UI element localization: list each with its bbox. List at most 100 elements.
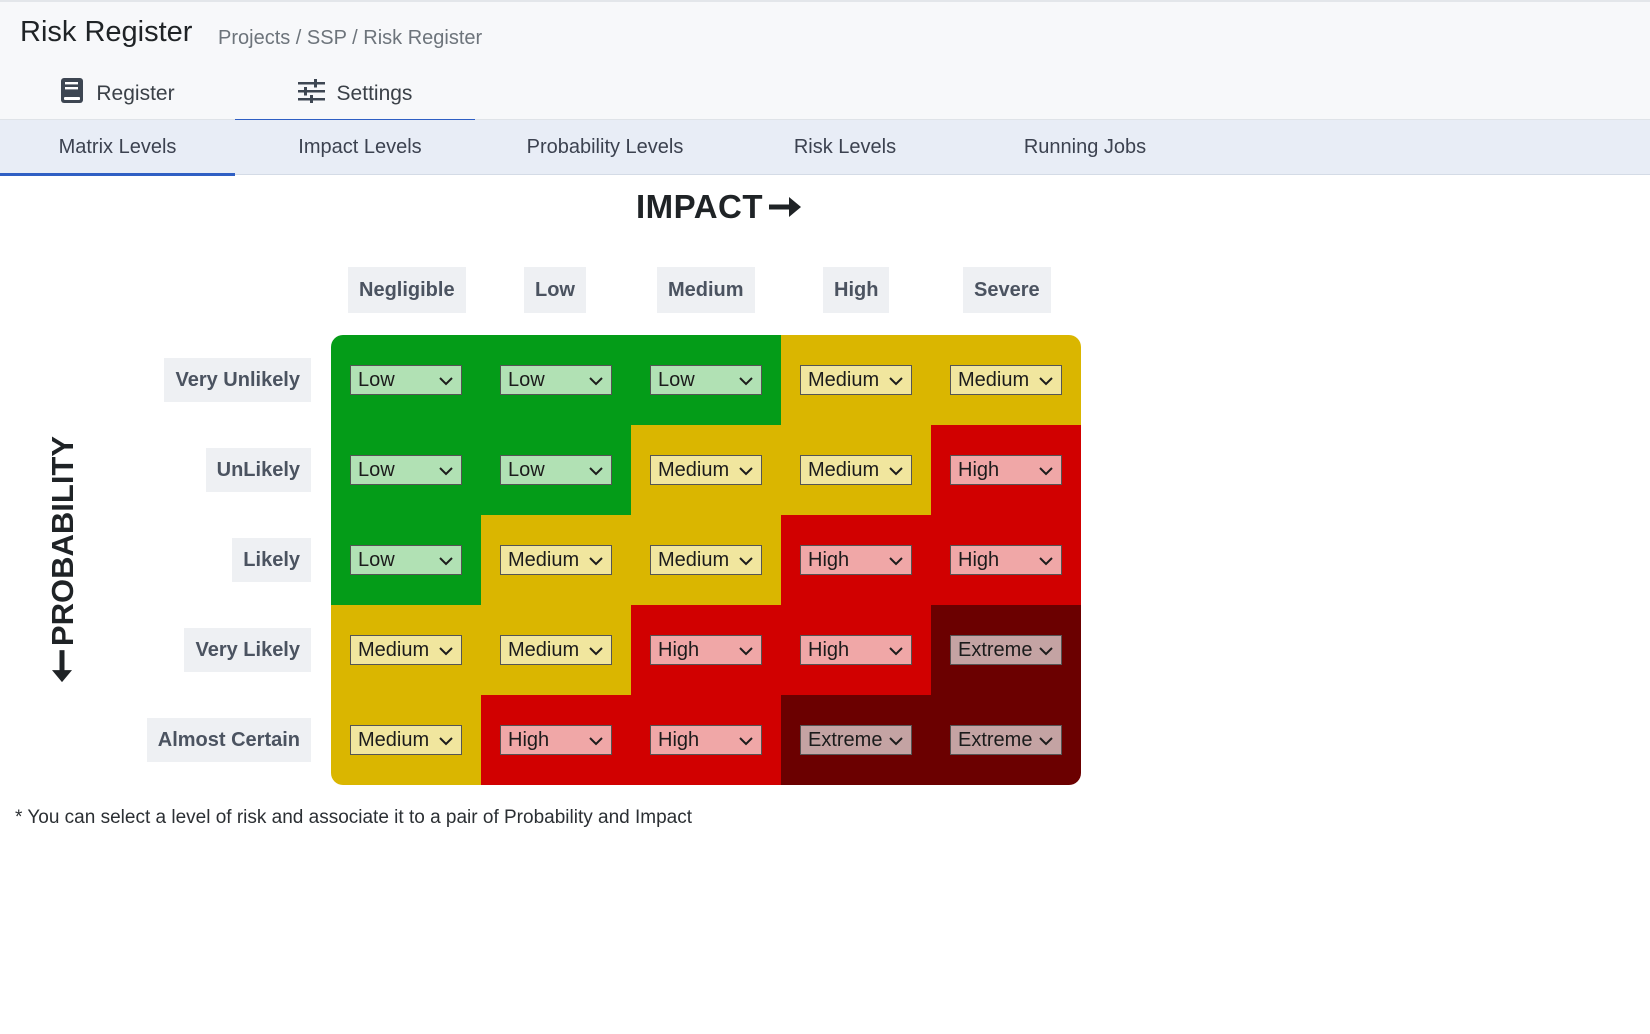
risk-level-select[interactable]: Medium [800,455,912,485]
arrow-down-icon [45,650,81,683]
risk-level-select[interactable]: Medium [500,545,612,575]
probability-axis-title: PROBABILITY [45,435,81,683]
probability-level-header: Almost Certain [146,718,311,762]
chevron-down-icon [589,459,603,482]
risk-level-value: High [958,458,1000,481]
chevron-down-icon [739,459,753,482]
risk-level-select[interactable]: High [650,725,762,755]
risk-level-select[interactable]: High [950,455,1062,485]
chevron-down-icon [889,549,903,572]
risk-level-value: Medium [958,368,1030,391]
impact-level-header: Negligible [348,267,466,313]
impact-level-header: Medium [657,267,755,313]
risk-matrix: Low Low Low Medium Medium Low Low Medium Medium H… [331,335,1081,785]
subtab-matrix-levels[interactable]: Matrix Levels [0,120,235,176]
matrix-cell: High [631,695,781,785]
risk-level-value: High [508,728,550,751]
risk-level-value: Low [658,368,695,391]
matrix-cell: High [931,425,1081,515]
risk-level-select[interactable]: Medium [650,455,762,485]
matrix-cell: Medium [481,515,631,605]
risk-level-value: High [658,638,700,661]
matrix-cell: Extreme [931,605,1081,695]
chevron-down-icon [889,369,903,392]
risk-level-select[interactable]: Extreme [950,635,1062,665]
subtab-running-jobs[interactable]: Running Jobs [960,120,1210,175]
risk-level-value: Low [358,368,395,391]
risk-level-value: Medium [508,638,580,661]
risk-level-value: Medium [508,548,580,571]
breadcrumb[interactable]: Projects / SSP / Risk Register [218,27,482,50]
chevron-down-icon [589,729,603,752]
matrix-cell: Extreme [931,695,1081,785]
matrix-cell: Low [331,425,481,515]
chevron-down-icon [1039,369,1053,392]
subtab-impact-levels[interactable]: Impact Levels [240,120,480,175]
risk-level-select[interactable]: Low [500,365,612,395]
tab-register[interactable]: Register [0,66,235,121]
risk-level-value: Medium [358,728,430,751]
risk-level-value: Low [358,548,395,571]
risk-level-select[interactable]: High [800,545,912,575]
risk-level-select[interactable]: Medium [500,635,612,665]
chevron-down-icon [1039,729,1053,752]
matrix-cell: Medium [781,335,931,425]
chevron-down-icon [1039,639,1053,662]
risk-level-select[interactable]: Extreme [950,725,1062,755]
probability-level-header: UnLikely [205,448,311,492]
risk-level-select[interactable]: Low [350,545,462,575]
chevron-down-icon [889,729,903,752]
subtab-risk-levels[interactable]: Risk Levels [730,120,960,175]
risk-level-value: Extreme [808,728,883,751]
risk-level-select[interactable]: Medium [950,365,1062,395]
chevron-down-icon [889,639,903,662]
matrix-cell: Low [481,425,631,515]
matrix-cell: Low [481,335,631,425]
risk-level-select[interactable]: High [500,725,612,755]
chevron-down-icon [739,549,753,572]
risk-level-select[interactable]: High [650,635,762,665]
risk-level-select[interactable]: Medium [650,545,762,575]
settings-subnav: Matrix Levels Impact Levels Probability … [0,120,1650,176]
chevron-down-icon [589,369,603,392]
top-header: Risk Register Projects / SSP / Risk Regi… [0,0,1650,122]
matrix-cell: Low [331,515,481,605]
risk-level-select[interactable]: Extreme [800,725,912,755]
matrix-cell: Medium [481,605,631,695]
probability-level-header: Very Unlikely [164,358,311,402]
risk-level-value: Low [358,458,395,481]
risk-level-select[interactable]: High [950,545,1062,575]
tab-settings[interactable]: Settings [235,66,475,122]
matrix-cell: Extreme [781,695,931,785]
chevron-down-icon [439,729,453,752]
probability-level-header: Very Likely [184,628,311,672]
matrix-cell: Low [631,335,781,425]
matrix-cell: High [481,695,631,785]
chevron-down-icon [589,549,603,572]
risk-level-value: Medium [808,368,880,391]
risk-level-value: High [808,548,850,571]
subtab-probability-levels[interactable]: Probability Levels [480,120,730,175]
chevron-down-icon [1039,549,1053,572]
risk-level-select[interactable]: Low [350,455,462,485]
risk-level-select[interactable]: Low [650,365,762,395]
probability-level-header: Likely [232,538,311,582]
impact-level-header: Low [524,267,586,313]
risk-level-select[interactable]: Medium [350,635,462,665]
risk-level-select[interactable]: Low [500,455,612,485]
matrix-cell: Low [331,335,481,425]
book-icon [60,77,84,110]
probability-axis-label: PROBABILITY [45,435,80,647]
risk-level-select[interactable]: High [800,635,912,665]
matrix-footnote: * You can select a level of risk and ass… [15,807,692,828]
arrow-right-icon [769,188,802,226]
matrix-cell: High [631,605,781,695]
chevron-down-icon [439,369,453,392]
risk-level-select[interactable]: Medium [800,365,912,395]
risk-level-select[interactable]: Low [350,365,462,395]
tab-register-label: Register [96,81,175,105]
chevron-down-icon [739,639,753,662]
matrix-cell: Medium [931,335,1081,425]
risk-level-select[interactable]: Medium [350,725,462,755]
matrix-cell: Medium [331,695,481,785]
